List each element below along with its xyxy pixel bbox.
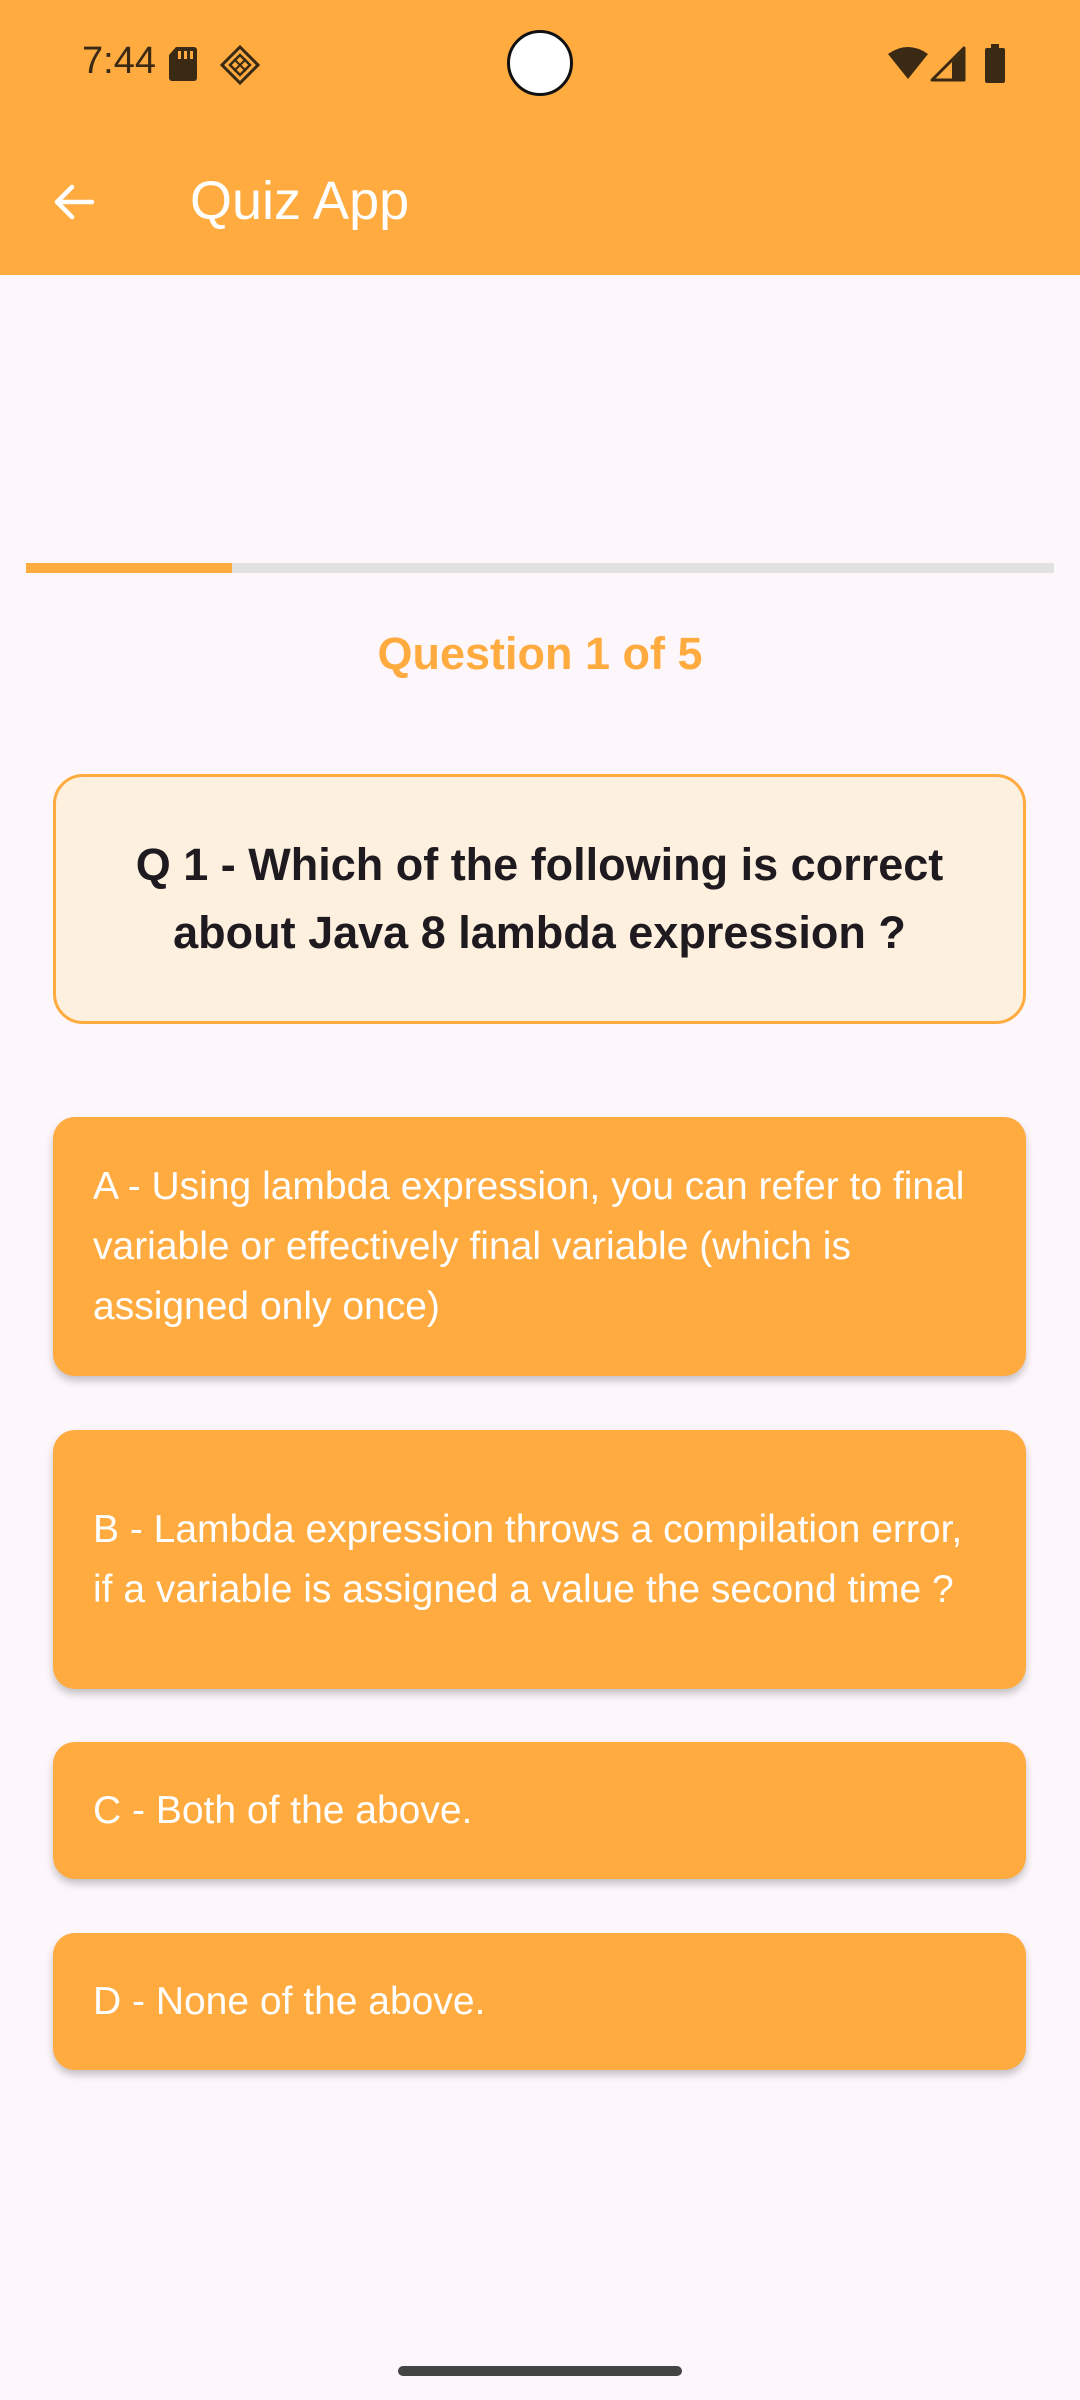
option-d-button[interactable]: D - None of the above. [53,1933,1026,2070]
question-card: Q 1 - Which of the following is correct … [53,774,1026,1024]
option-b-button[interactable]: B - Lambda expression throws a compilati… [53,1430,1026,1689]
camera-cutout [507,30,573,96]
option-d-label: D - None of the above. [93,1979,486,2023]
sd-card-icon [169,47,197,81]
quiz-progress-bar [26,563,1054,573]
option-a-button[interactable]: A - Using lambda expression, you can ref… [53,1117,1026,1376]
option-c-label: C - Both of the above. [93,1788,473,1832]
diamond-icon [220,45,260,85]
quiz-progress-fill [26,563,232,573]
wifi-icon [888,47,928,79]
status-time: 7:44 [82,40,156,82]
option-c-button[interactable]: C - Both of the above. [53,1742,1026,1879]
status-bar: 7:44 [0,0,1080,128]
app-bar: 7:44 Quiz App [0,0,1080,275]
question-text: Q 1 - Which of the following is correct … [135,839,944,958]
option-a-label: A - Using lambda expression, you can ref… [93,1164,965,1328]
option-b-label: B - Lambda expression throws a compilati… [93,1507,963,1611]
question-counter: Question 1 of 5 [377,628,703,679]
arrow-back-icon [54,184,95,220]
home-indicator[interactable] [398,2366,682,2376]
toolbar: Quiz App [0,128,1080,275]
back-button[interactable] [38,166,110,238]
app-title: Quiz App [190,171,410,231]
battery-icon [985,44,1005,83]
signal-icon [930,46,966,82]
